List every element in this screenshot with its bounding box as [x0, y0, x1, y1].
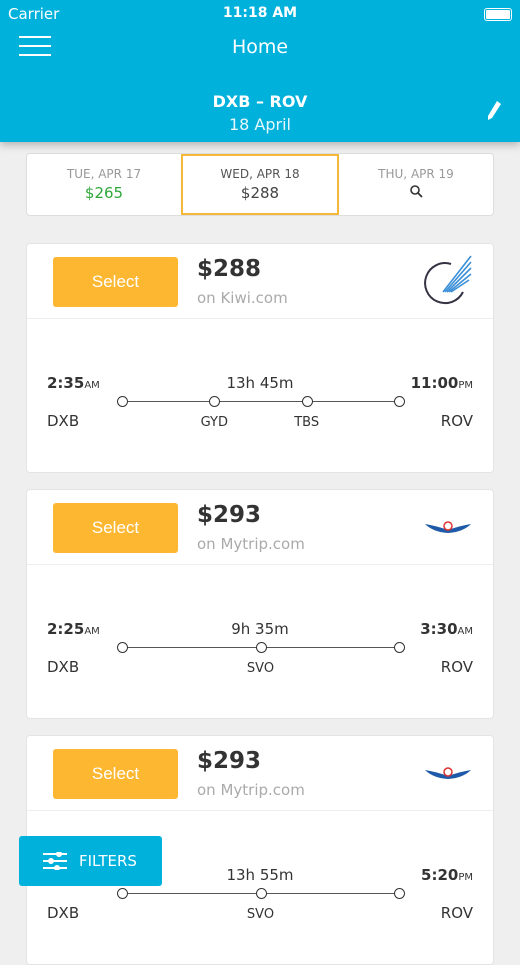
route-node	[394, 888, 405, 899]
airline-logo-icon	[423, 746, 473, 802]
filters-button[interactable]: FILTERS	[19, 836, 162, 886]
app-header: Carrier 11:18 AM Home DXB – ROV 18 April	[0, 0, 520, 142]
date-label: WED, APR 18	[220, 167, 300, 181]
date-selector: TUE, APR 17 $265 WED, APR 18 $288 THU, APR…	[26, 153, 494, 216]
route-line	[122, 401, 399, 402]
flight-card[interactable]: Select $293 on Mytrip.com 2:25AM 3:30AM …	[26, 489, 494, 719]
select-button[interactable]: Select	[53, 503, 178, 553]
date-option-next[interactable]: THU, APR 19	[339, 154, 493, 215]
route-node	[301, 396, 313, 407]
date-option-prev[interactable]: TUE, APR 17 $265	[27, 154, 181, 215]
route-date: 18 April	[228, 115, 291, 134]
flight-card[interactable]: Select $288 on Kiwi.com 2:35AM 11:00PM 1…	[26, 243, 494, 473]
stopover-airport: TBS	[294, 415, 320, 430]
stopover-airport: SVO	[246, 661, 275, 676]
date-option-selected[interactable]: WED, APR 18 $288	[181, 154, 339, 215]
airline-logo-icon	[423, 500, 473, 556]
origin-airport: DXB	[47, 412, 80, 430]
select-button[interactable]: Select	[53, 749, 178, 799]
flight-duration: 9h 35m	[231, 620, 289, 638]
filters-label: FILTERS	[79, 852, 137, 870]
route-node	[255, 642, 267, 653]
flight-price: $293	[197, 748, 262, 774]
date-price: $265	[84, 184, 124, 202]
flight-duration: 13h 45m	[226, 374, 294, 392]
date-label: THU, APR 19	[378, 167, 454, 181]
destination-airport: ROV	[440, 658, 473, 676]
search-icon	[409, 185, 423, 198]
date-label: TUE, APR 17	[66, 167, 142, 181]
destination-airport: ROV	[440, 412, 473, 430]
status-bar: Carrier 11:18 AM	[8, 5, 512, 25]
route: DXB – ROV	[212, 92, 308, 111]
route-node	[117, 888, 128, 899]
page-title: Home	[231, 36, 289, 58]
edit-pencil-icon[interactable]	[486, 100, 502, 122]
select-button[interactable]: Select	[53, 257, 178, 307]
route-node	[117, 642, 128, 653]
origin-airport: DXB	[47, 658, 80, 676]
flight-price: $293	[197, 502, 262, 528]
origin-airport: DXB	[47, 904, 80, 922]
stopover-airport: SVO	[246, 907, 275, 922]
route-node	[255, 888, 267, 899]
sliders-icon	[43, 852, 67, 870]
booking-site: on Kiwi.com	[197, 289, 288, 307]
booking-site: on Mytrip.com	[197, 781, 305, 799]
stopover-airport: GYD	[200, 415, 229, 430]
airline-logo-icon	[423, 254, 473, 310]
route-node	[394, 642, 405, 653]
destination-airport: ROV	[440, 904, 473, 922]
booking-site: on Mytrip.com	[197, 535, 305, 553]
route-node	[117, 396, 128, 407]
route-node	[209, 396, 221, 407]
clock: 11:18 AM	[222, 5, 298, 21]
battery-icon	[484, 8, 512, 21]
route-node	[394, 396, 405, 407]
flight-price: $288	[197, 256, 262, 282]
date-price: $288	[240, 184, 280, 202]
